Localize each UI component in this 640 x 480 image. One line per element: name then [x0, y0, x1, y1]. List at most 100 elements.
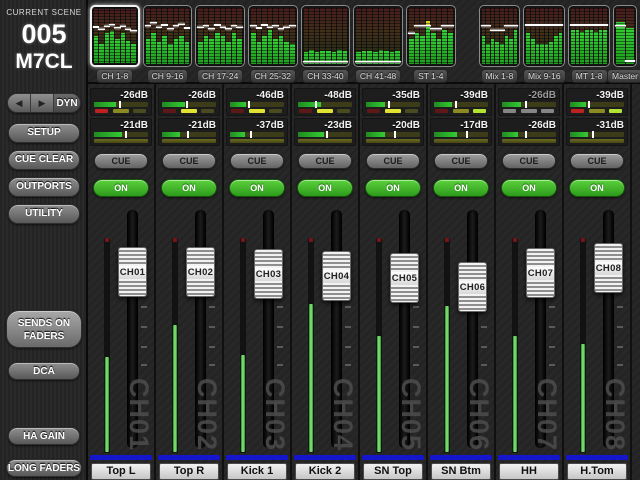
fader-cap-ridges: [595, 244, 622, 262]
channel-name-box[interactable]: Top L: [91, 463, 151, 480]
dynamics-2-box[interactable]: -37dB: [226, 118, 288, 146]
fader-cap-label: CH07: [527, 267, 554, 280]
threshold-tick: [525, 131, 527, 138]
dynamics-1-box[interactable]: -39dB: [430, 88, 492, 116]
dynamics-2-box[interactable]: -17dB: [430, 118, 492, 146]
tab-meter-fill: [514, 30, 518, 64]
tab-meter-bar: [426, 8, 431, 64]
tab-ch-17-24[interactable]: CH 17-24: [195, 5, 245, 83]
tab-ch-33-40[interactable]: CH 33-40: [301, 5, 351, 83]
channel-on-button[interactable]: ON: [569, 179, 625, 197]
meter-level-fill: [173, 325, 177, 452]
fader-cap[interactable]: CH05: [390, 253, 419, 303]
cue-button[interactable]: CUE: [570, 153, 624, 169]
tab-fader-position-mark: [615, 25, 626, 27]
gain-reduction-segment: [163, 109, 176, 113]
cue-button[interactable]: CUE: [298, 153, 352, 169]
gain-reduction-segment: [367, 109, 380, 113]
channel-name-box[interactable]: Kick 2: [295, 463, 355, 480]
dynamics-level-meter: [434, 102, 488, 107]
fader-cap-ridges: [459, 294, 486, 311]
dca-button[interactable]: DCA: [8, 362, 80, 380]
channel-on-button[interactable]: ON: [365, 179, 421, 197]
fader-cap[interactable]: CH07: [526, 248, 555, 298]
dynamics-2-box[interactable]: -23dB: [294, 118, 356, 146]
tab-meter-fill: [279, 36, 284, 64]
fader-cap-ridges: [255, 281, 282, 298]
channel-on-button[interactable]: ON: [161, 179, 217, 197]
cue-button[interactable]: CUE: [230, 153, 284, 169]
dynamics-1-box[interactable]: -26dB: [90, 88, 152, 116]
fader-cap[interactable]: CH04: [322, 251, 351, 301]
dynamics-level-meter: [230, 132, 284, 137]
cue-button[interactable]: CUE: [94, 153, 148, 169]
tab-mix-1-8[interactable]: Mix 1-8: [479, 5, 521, 83]
fader-scale-tick: [617, 364, 623, 366]
tab-meter-bar: [146, 8, 151, 64]
channel-color-bar: [294, 455, 356, 460]
tab-mt-1-8[interactable]: MT 1-8: [568, 5, 610, 83]
channel-on-button[interactable]: ON: [93, 179, 149, 197]
channel-name-box[interactable]: SN Btm: [431, 463, 491, 480]
tab-meter-fill: [526, 33, 530, 64]
prev-view-arrow-button[interactable]: ◀: [8, 94, 31, 112]
tab-meter-fill: [420, 36, 425, 64]
fader-cap[interactable]: CH08: [594, 243, 623, 293]
current-scene-display: CURRENT SCENE 005 M7CL: [0, 0, 88, 84]
tab-meter-bar: [279, 8, 284, 64]
tab-ch-25-32[interactable]: CH 25-32: [248, 5, 298, 83]
dynamics-level-meter: [434, 132, 488, 137]
fader-cap[interactable]: CH01: [118, 247, 147, 297]
channel-on-button[interactable]: ON: [433, 179, 489, 197]
channel-name-box[interactable]: SN Top: [363, 463, 423, 480]
dynamics-1-box[interactable]: -26dB: [498, 88, 560, 116]
cue-button[interactable]: CUE: [434, 153, 488, 169]
tab-mix-9-16[interactable]: Mix 9-16: [523, 5, 565, 83]
dynamics-2-box[interactable]: -21dB: [158, 118, 220, 146]
dynamics-1-box[interactable]: -48dB: [294, 88, 356, 116]
dynamics-1-box[interactable]: -35dB: [362, 88, 424, 116]
tab-ch-1-8[interactable]: CH 1-8: [90, 5, 140, 83]
dynamics-2-box[interactable]: -21dB: [90, 118, 152, 146]
gain-reduction-bar: [434, 139, 488, 143]
channel-on-button[interactable]: ON: [501, 179, 557, 197]
setup-button[interactable]: SETUP: [8, 123, 80, 143]
tab-meter-bar: [409, 8, 414, 64]
tab-meter-bar: [594, 8, 598, 64]
cue-button[interactable]: CUE: [366, 153, 420, 169]
dynamics-level-fill: [570, 102, 586, 107]
long-faders-button[interactable]: LONG FADERS: [6, 459, 82, 477]
tab-meter-bar: [373, 8, 378, 64]
tab-master[interactable]: Master: [613, 5, 637, 83]
channel-name-box[interactable]: Kick 1: [227, 463, 287, 480]
dynamics-level-fill: [230, 102, 246, 107]
channel-name-box[interactable]: Top R: [159, 463, 219, 480]
tab-ch-41-48[interactable]: CH 41-48: [353, 5, 403, 83]
tab-st-1-4[interactable]: ST 1-4: [406, 5, 456, 83]
sends-on-faders-button[interactable]: SENDS ON FADERS: [6, 310, 82, 348]
channel-name-box[interactable]: HH: [499, 463, 559, 480]
dynamics-1-box[interactable]: -26dB: [158, 88, 220, 116]
utility-button[interactable]: UTILITY: [8, 204, 80, 224]
dynamics-2-box[interactable]: -20dB: [362, 118, 424, 146]
outports-button[interactable]: OUTPORTS: [8, 177, 80, 197]
fader-cap[interactable]: CH02: [186, 247, 215, 297]
channel-name-box[interactable]: H.Tom: [567, 463, 627, 480]
channel-on-button[interactable]: ON: [297, 179, 353, 197]
cue-button[interactable]: CUE: [162, 153, 216, 169]
dynamics-2-box[interactable]: -26dB: [498, 118, 560, 146]
fader-cap[interactable]: CH06: [458, 262, 487, 312]
tab-meter-bar: [616, 8, 625, 64]
next-view-arrow-button[interactable]: ▶: [31, 94, 54, 112]
tab-meter-bar: [590, 8, 594, 64]
tab-ch-9-16[interactable]: CH 9-16: [143, 5, 193, 83]
channel-on-button[interactable]: ON: [229, 179, 285, 197]
fader-cap[interactable]: CH03: [254, 249, 283, 299]
dynamics-1-box[interactable]: -39dB: [566, 88, 628, 116]
dynamics-1-box[interactable]: -46dB: [226, 88, 288, 116]
ha-gain-button[interactable]: HA GAIN: [8, 427, 80, 445]
cue-clear-button[interactable]: CUE CLEAR: [8, 150, 80, 170]
dynamics-level-fill: [230, 132, 245, 137]
dynamics-2-box[interactable]: -31dB: [566, 118, 628, 146]
cue-button[interactable]: CUE: [502, 153, 556, 169]
